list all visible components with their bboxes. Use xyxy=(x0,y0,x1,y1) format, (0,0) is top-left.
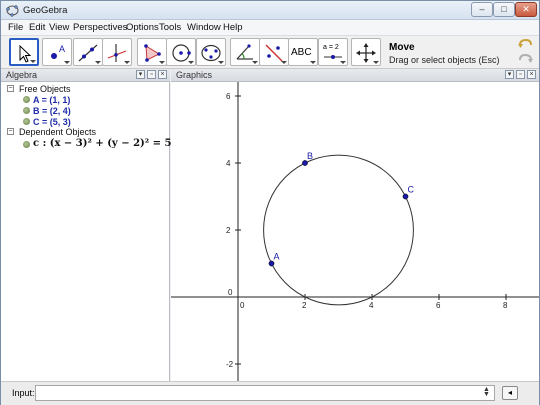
graphics-view[interactable]: 0 2 4 6 8 6 4 2 -2 0 A B C xyxy=(171,82,539,381)
menu-edit[interactable]: Edit xyxy=(29,22,45,33)
undo-icon[interactable] xyxy=(518,38,533,51)
origin-label: 0 xyxy=(228,288,233,297)
collapse-icon[interactable]: − xyxy=(7,85,14,92)
tool-menu-arrow-icon xyxy=(373,61,379,64)
visibility-toggle-icon[interactable] xyxy=(23,141,30,148)
collapse-icon[interactable]: − xyxy=(7,128,14,135)
maximize-button[interactable]: □ xyxy=(493,2,515,17)
reflect-tool-button[interactable] xyxy=(259,38,289,66)
tool-menu-arrow-icon xyxy=(252,61,258,64)
minimize-button[interactable]: – xyxy=(471,2,493,17)
conic-tool-button[interactable] xyxy=(196,38,226,66)
angle-tool-button[interactable] xyxy=(230,38,260,66)
tool-menu-arrow-icon xyxy=(95,61,101,64)
menu-help[interactable]: Help xyxy=(223,22,243,33)
y-tick-label: 4 xyxy=(226,159,231,168)
tool-menu-arrow-icon xyxy=(30,60,36,63)
circle-c xyxy=(263,154,414,306)
menu-options[interactable]: Options xyxy=(126,22,159,33)
algebra-view: − Free Objects A = (1, 1) B = (2, 4) C =… xyxy=(1,82,171,381)
input-history-arrows-icon[interactable]: ▲ ▼ xyxy=(483,386,490,398)
tool-menu-arrow-icon xyxy=(310,61,316,64)
tool-menu-arrow-icon xyxy=(281,61,287,64)
y-tick-label: -2 xyxy=(226,360,234,369)
polygon-tool-button[interactable] xyxy=(137,38,167,66)
algebra-panel-title: Algebra xyxy=(6,70,38,80)
point-label-B: B xyxy=(307,151,313,161)
menu-bar: File Edit View Perspectives Options Tool… xyxy=(1,20,539,36)
input-label: Input: xyxy=(12,388,35,398)
point-label-C: C xyxy=(408,185,415,195)
visibility-toggle-icon[interactable] xyxy=(23,96,30,103)
tool-menu-arrow-icon xyxy=(188,61,194,64)
algebra-object-C[interactable]: C = (5, 3) xyxy=(33,117,71,127)
tool-menu-arrow-icon xyxy=(124,61,130,64)
move-graphics-tool-button[interactable] xyxy=(351,38,381,66)
tool-menu-arrow-icon xyxy=(64,61,70,64)
panel-menu-icon[interactable]: ▾ xyxy=(505,70,514,79)
input-help-button[interactable]: ◂ xyxy=(502,386,518,400)
svg-text:A: A xyxy=(59,44,65,54)
slider-tool-button[interactable]: a = 2 xyxy=(318,38,348,66)
panel-close-icon[interactable]: × xyxy=(527,70,536,79)
move-tool-button[interactable] xyxy=(9,38,39,66)
x-tick-label: 2 xyxy=(302,301,307,310)
input-bar: Input: ▲ ▼ ◂ xyxy=(1,381,539,405)
x-tick-label: 0 xyxy=(240,301,245,310)
point-label-A: A xyxy=(274,252,280,262)
text-tool-button[interactable]: ABC xyxy=(288,38,318,66)
menu-tools[interactable]: Tools xyxy=(159,22,181,33)
menu-file[interactable]: File xyxy=(8,22,23,33)
window-title: GeoGebra xyxy=(23,5,68,16)
menu-window[interactable]: Window xyxy=(187,22,221,33)
title-bar: GeoGebra – □ ✕ xyxy=(1,1,539,20)
panel-undock-icon[interactable]: ▫ xyxy=(147,70,156,79)
x-tick-label: 4 xyxy=(369,301,374,310)
algebra-object-B[interactable]: B = (2, 4) xyxy=(33,106,71,116)
algebra-panel-header: Algebra ▾ ▫ × xyxy=(1,69,170,82)
geogebra-logo-icon xyxy=(6,5,19,17)
algebra-object-A[interactable]: A = (1, 1) xyxy=(33,95,70,105)
graphics-panel-header: Graphics ▾ ▫ × xyxy=(171,69,539,82)
point-A xyxy=(268,260,275,267)
active-tool-name: Move xyxy=(389,42,415,53)
geogebra-window: GeoGebra – □ ✕ File Edit View Perspectiv… xyxy=(0,0,540,405)
toolbar: A ABC a = 2 Move Drag or select objects … xyxy=(1,36,539,69)
algebra-object-c[interactable]: c : (x − 3)² + (y − 2)² = 5 xyxy=(33,138,171,149)
point-tool-button[interactable]: A xyxy=(42,38,72,66)
active-tool-description: Drag or select objects (Esc) xyxy=(389,55,500,65)
point-C xyxy=(402,193,409,200)
menu-view[interactable]: View xyxy=(49,22,69,33)
panel-undock-icon[interactable]: ▫ xyxy=(516,70,525,79)
point-B xyxy=(302,160,308,166)
line-tool-button[interactable] xyxy=(73,38,103,66)
redo-icon[interactable] xyxy=(518,53,533,66)
panel-close-icon[interactable]: × xyxy=(158,70,167,79)
text-tool-label: ABC xyxy=(291,47,312,58)
y-tick-label: 6 xyxy=(226,92,231,101)
graphics-panel-title: Graphics xyxy=(176,70,213,80)
x-tick-label: 8 xyxy=(503,301,508,310)
panel-menu-icon[interactable]: ▾ xyxy=(136,70,145,79)
free-objects-label: Free Objects xyxy=(19,84,71,94)
menu-perspectives[interactable]: Perspectives xyxy=(73,22,127,33)
slider-icon xyxy=(324,55,342,59)
x-tick-label: 6 xyxy=(436,301,441,310)
dependent-objects-label: Dependent Objects xyxy=(19,127,97,137)
tool-menu-arrow-icon xyxy=(218,61,224,64)
visibility-toggle-icon[interactable] xyxy=(23,107,30,114)
y-tick-label: 2 xyxy=(226,226,231,235)
circle-tool-button[interactable] xyxy=(166,38,196,66)
close-button[interactable]: ✕ xyxy=(515,2,537,17)
tool-menu-arrow-icon xyxy=(159,61,165,64)
perpendicular-line-tool-button[interactable] xyxy=(102,38,132,66)
input-field[interactable] xyxy=(35,385,495,401)
graphics-canvas[interactable]: 0 2 4 6 8 6 4 2 -2 0 A B C xyxy=(171,82,539,381)
tool-menu-arrow-icon xyxy=(340,61,346,64)
visibility-toggle-icon[interactable] xyxy=(23,118,30,125)
